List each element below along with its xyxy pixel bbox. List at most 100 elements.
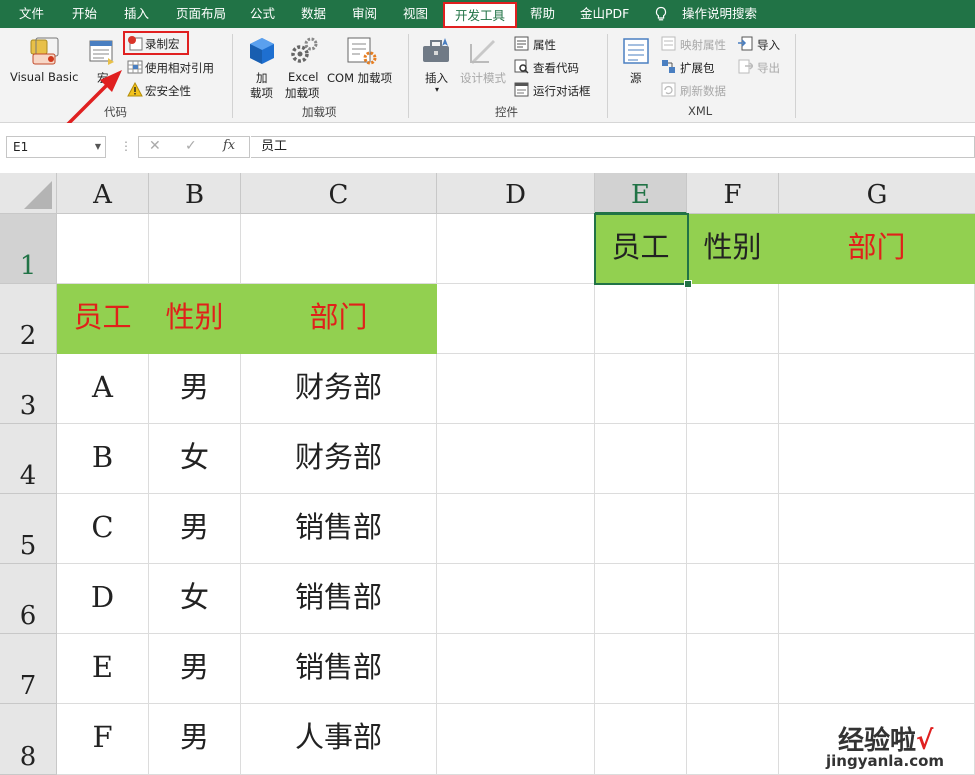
excel-addins-label-2: 加载项 bbox=[285, 86, 320, 100]
cell-b7[interactable]: 男 bbox=[149, 634, 241, 704]
column-header-b[interactable]: B bbox=[149, 173, 241, 214]
cell-c8[interactable]: 人事部 bbox=[241, 704, 437, 775]
cell-c4[interactable]: 财务部 bbox=[241, 424, 437, 494]
com-addins-label: COM 加载项 bbox=[327, 71, 393, 85]
cell-f6[interactable] bbox=[687, 564, 779, 634]
cell-e3[interactable] bbox=[595, 354, 687, 424]
cell-e7[interactable] bbox=[595, 634, 687, 704]
tab-view[interactable]: 视图 bbox=[403, 0, 428, 28]
column-header-g[interactable]: G bbox=[779, 173, 975, 214]
cell-f4[interactable] bbox=[687, 424, 779, 494]
row-number: 6 bbox=[19, 601, 37, 631]
cell-g7[interactable] bbox=[779, 634, 975, 704]
cell-c6[interactable]: 销售部 bbox=[241, 564, 437, 634]
name-box[interactable]: E1 ▼ bbox=[6, 136, 106, 158]
tab-wps-pdf[interactable]: 金山PDF bbox=[580, 0, 629, 28]
formula-input[interactable]: 员工 bbox=[251, 136, 975, 158]
cell-g3[interactable] bbox=[779, 354, 975, 424]
tab-help[interactable]: 帮助 bbox=[530, 0, 555, 28]
cell-c7[interactable]: 销售部 bbox=[241, 634, 437, 704]
cell-a5[interactable]: C bbox=[57, 494, 149, 564]
cell-e8[interactable] bbox=[595, 704, 687, 775]
cell-b3[interactable]: 男 bbox=[149, 354, 241, 424]
cell-e5[interactable] bbox=[595, 494, 687, 564]
row-header-2[interactable]: 2 bbox=[0, 284, 57, 354]
tab-data[interactable]: 数据 bbox=[301, 0, 326, 28]
enter-icon[interactable]: ✓ bbox=[185, 138, 197, 154]
cell-c1[interactable] bbox=[241, 214, 437, 284]
column-header-c[interactable]: C bbox=[241, 173, 437, 214]
cell-b5[interactable]: 男 bbox=[149, 494, 241, 564]
cell-e6[interactable] bbox=[595, 564, 687, 634]
cell-f7[interactable] bbox=[687, 634, 779, 704]
cell-a4[interactable]: B bbox=[57, 424, 149, 494]
tab-review[interactable]: 审阅 bbox=[352, 0, 377, 28]
row-header-6[interactable]: 6 bbox=[0, 564, 57, 634]
column-header-d[interactable]: D bbox=[437, 173, 595, 214]
cell-c2[interactable]: 部门 bbox=[241, 284, 437, 354]
cell-a7[interactable]: E bbox=[57, 634, 149, 704]
cell-d8[interactable] bbox=[437, 704, 595, 775]
relative-reference-icon bbox=[127, 60, 143, 74]
tab-formulas[interactable]: 公式 bbox=[250, 0, 275, 28]
row-header-3[interactable]: 3 bbox=[0, 354, 57, 424]
cell-b6[interactable]: 女 bbox=[149, 564, 241, 634]
formula-buttons: ✕ ✓ fx bbox=[138, 136, 250, 158]
row-header-5[interactable]: 5 bbox=[0, 494, 57, 564]
cell-d3[interactable] bbox=[437, 354, 595, 424]
row-header-7[interactable]: 7 bbox=[0, 634, 57, 704]
cell-f8[interactable] bbox=[687, 704, 779, 775]
cell-d6[interactable] bbox=[437, 564, 595, 634]
cell-a1[interactable] bbox=[57, 214, 149, 284]
tab-file[interactable]: 文件 bbox=[19, 0, 44, 28]
cell-b4[interactable]: 女 bbox=[149, 424, 241, 494]
cell-e2[interactable] bbox=[595, 284, 687, 354]
tab-home[interactable]: 开始 bbox=[72, 0, 97, 28]
cell-b8[interactable]: 男 bbox=[149, 704, 241, 775]
cell-g2[interactable] bbox=[779, 284, 975, 354]
cell-a8[interactable]: F bbox=[57, 704, 149, 775]
fill-handle[interactable] bbox=[684, 280, 692, 288]
formula-bar-grip-icon[interactable]: ⋮ bbox=[120, 139, 132, 153]
cell-d1[interactable] bbox=[437, 214, 595, 284]
tab-developer[interactable]: 开发工具 bbox=[443, 2, 518, 28]
cancel-icon[interactable]: ✕ bbox=[149, 138, 161, 154]
cell-g5[interactable] bbox=[779, 494, 975, 564]
cell-b2[interactable]: 性别 bbox=[149, 284, 241, 354]
cell-g6[interactable] bbox=[779, 564, 975, 634]
cell-g1[interactable]: 部门 bbox=[779, 214, 975, 284]
cell-a6[interactable]: D bbox=[57, 564, 149, 634]
column-header-f[interactable]: F bbox=[687, 173, 779, 214]
tell-me-search[interactable]: 操作说明搜索 bbox=[682, 0, 757, 28]
cell-d2[interactable] bbox=[437, 284, 595, 354]
column-header-a[interactable]: A bbox=[57, 173, 149, 214]
ribbon-developer: Visual Basic 宏 录制宏 使用相对引用 宏安全性 代码 加 载项 E… bbox=[0, 28, 975, 136]
cell-g4[interactable] bbox=[779, 424, 975, 494]
cell-f1[interactable]: 性别 bbox=[687, 214, 779, 284]
select-all-corner[interactable] bbox=[0, 173, 57, 214]
column-header-e[interactable]: E bbox=[595, 173, 687, 214]
cell-b1[interactable] bbox=[149, 214, 241, 284]
cell-f2[interactable] bbox=[687, 284, 779, 354]
cell-a2[interactable]: 员工 bbox=[57, 284, 149, 354]
cell-a3[interactable]: A bbox=[57, 354, 149, 424]
row-header-4[interactable]: 4 bbox=[0, 424, 57, 494]
cell-d7[interactable] bbox=[437, 634, 595, 704]
cell-f5[interactable] bbox=[687, 494, 779, 564]
addins-label-1: 加 bbox=[256, 71, 268, 85]
cell-f3[interactable] bbox=[687, 354, 779, 424]
cell-d4[interactable] bbox=[437, 424, 595, 494]
insert-function-icon[interactable]: fx bbox=[223, 138, 235, 153]
row-number: 3 bbox=[19, 391, 37, 421]
cell-d5[interactable] bbox=[437, 494, 595, 564]
formula-bar: E1 ▼ ⋮ ✕ ✓ fx 员工 bbox=[0, 123, 975, 173]
macros-icon bbox=[89, 40, 114, 65]
chevron-down-icon[interactable]: ▼ bbox=[95, 137, 101, 157]
cell-e4[interactable] bbox=[595, 424, 687, 494]
row-header-8[interactable]: 8 bbox=[0, 704, 57, 775]
cell-c5[interactable]: 销售部 bbox=[241, 494, 437, 564]
cell-c3[interactable]: 财务部 bbox=[241, 354, 437, 424]
tab-page-layout[interactable]: 页面布局 bbox=[176, 0, 226, 28]
tab-insert[interactable]: 插入 bbox=[124, 0, 149, 28]
row-header-1[interactable]: 1 bbox=[0, 214, 57, 284]
